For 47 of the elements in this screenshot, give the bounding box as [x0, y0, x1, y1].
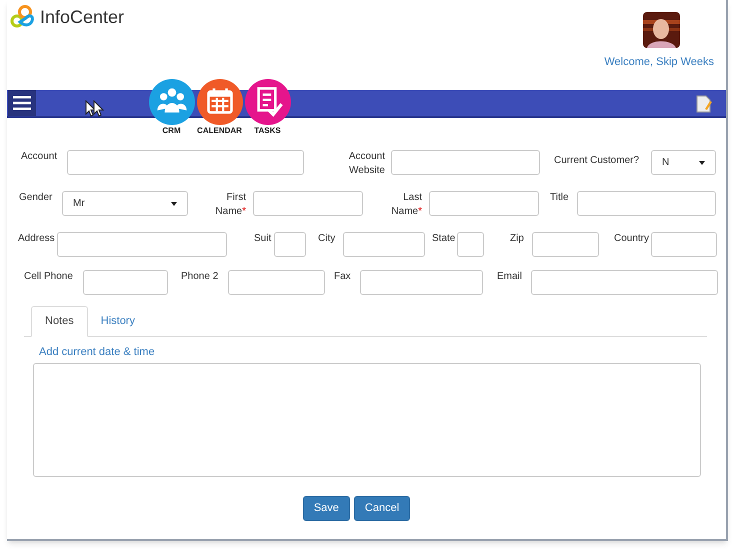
dropdown-arrow-icon — [699, 160, 705, 164]
document-edit-icon[interactable] — [696, 95, 712, 113]
field-label: Suit — [254, 232, 272, 246]
field-label: Email — [497, 270, 524, 284]
field-label: Cell Phone — [24, 270, 74, 284]
add-date-link[interactable]: Add current date & time — [39, 347, 726, 358]
field-label: Zip — [510, 232, 525, 246]
input-field[interactable] — [429, 191, 539, 216]
input-field[interactable] — [577, 191, 716, 216]
cursor-icon — [85, 100, 107, 117]
field-label: Account Website — [348, 150, 385, 178]
input-field[interactable] — [83, 270, 168, 295]
notes-field[interactable] — [33, 363, 701, 477]
input-field[interactable] — [57, 232, 227, 257]
input-field[interactable] — [391, 150, 540, 175]
tab[interactable]: History — [88, 306, 148, 336]
input-field[interactable] — [531, 270, 718, 295]
welcome-link[interactable]: Welcome, Skip Weeks — [604, 54, 714, 70]
field-label: Phone 2 — [181, 270, 220, 284]
field-label: Last Name* — [390, 191, 422, 219]
input-field[interactable] — [67, 150, 304, 175]
select-field[interactable]: Mr — [62, 191, 188, 216]
field-label: Gender — [19, 191, 54, 205]
field-label: City — [318, 232, 336, 246]
field-label: Title — [550, 191, 570, 205]
input-field[interactable] — [343, 232, 425, 257]
form-button[interactable]: Cancel — [354, 496, 410, 521]
input-field[interactable] — [532, 232, 599, 257]
app-name: InfoCenter — [40, 8, 124, 26]
field-label: Address — [18, 232, 56, 246]
input-field[interactable] — [228, 270, 325, 295]
menu-icon[interactable] — [8, 90, 36, 116]
input-field[interactable] — [651, 232, 717, 257]
field-label: State — [432, 232, 456, 246]
input-field[interactable] — [274, 232, 306, 257]
field-label: Account — [21, 150, 58, 164]
form-button[interactable]: Save — [302, 496, 350, 521]
dropdown-arrow-icon — [171, 202, 177, 206]
field-label: Country — [614, 232, 650, 246]
field-label: Fax — [334, 270, 352, 284]
field-label: First Name* — [214, 191, 246, 219]
input-field[interactable] — [457, 232, 484, 257]
input-field[interactable] — [360, 270, 483, 295]
input-field[interactable] — [253, 191, 363, 216]
tab[interactable]: Notes — [31, 306, 88, 337]
select-field[interactable]: N — [651, 150, 716, 175]
field-label: Current Customer? — [554, 154, 640, 168]
